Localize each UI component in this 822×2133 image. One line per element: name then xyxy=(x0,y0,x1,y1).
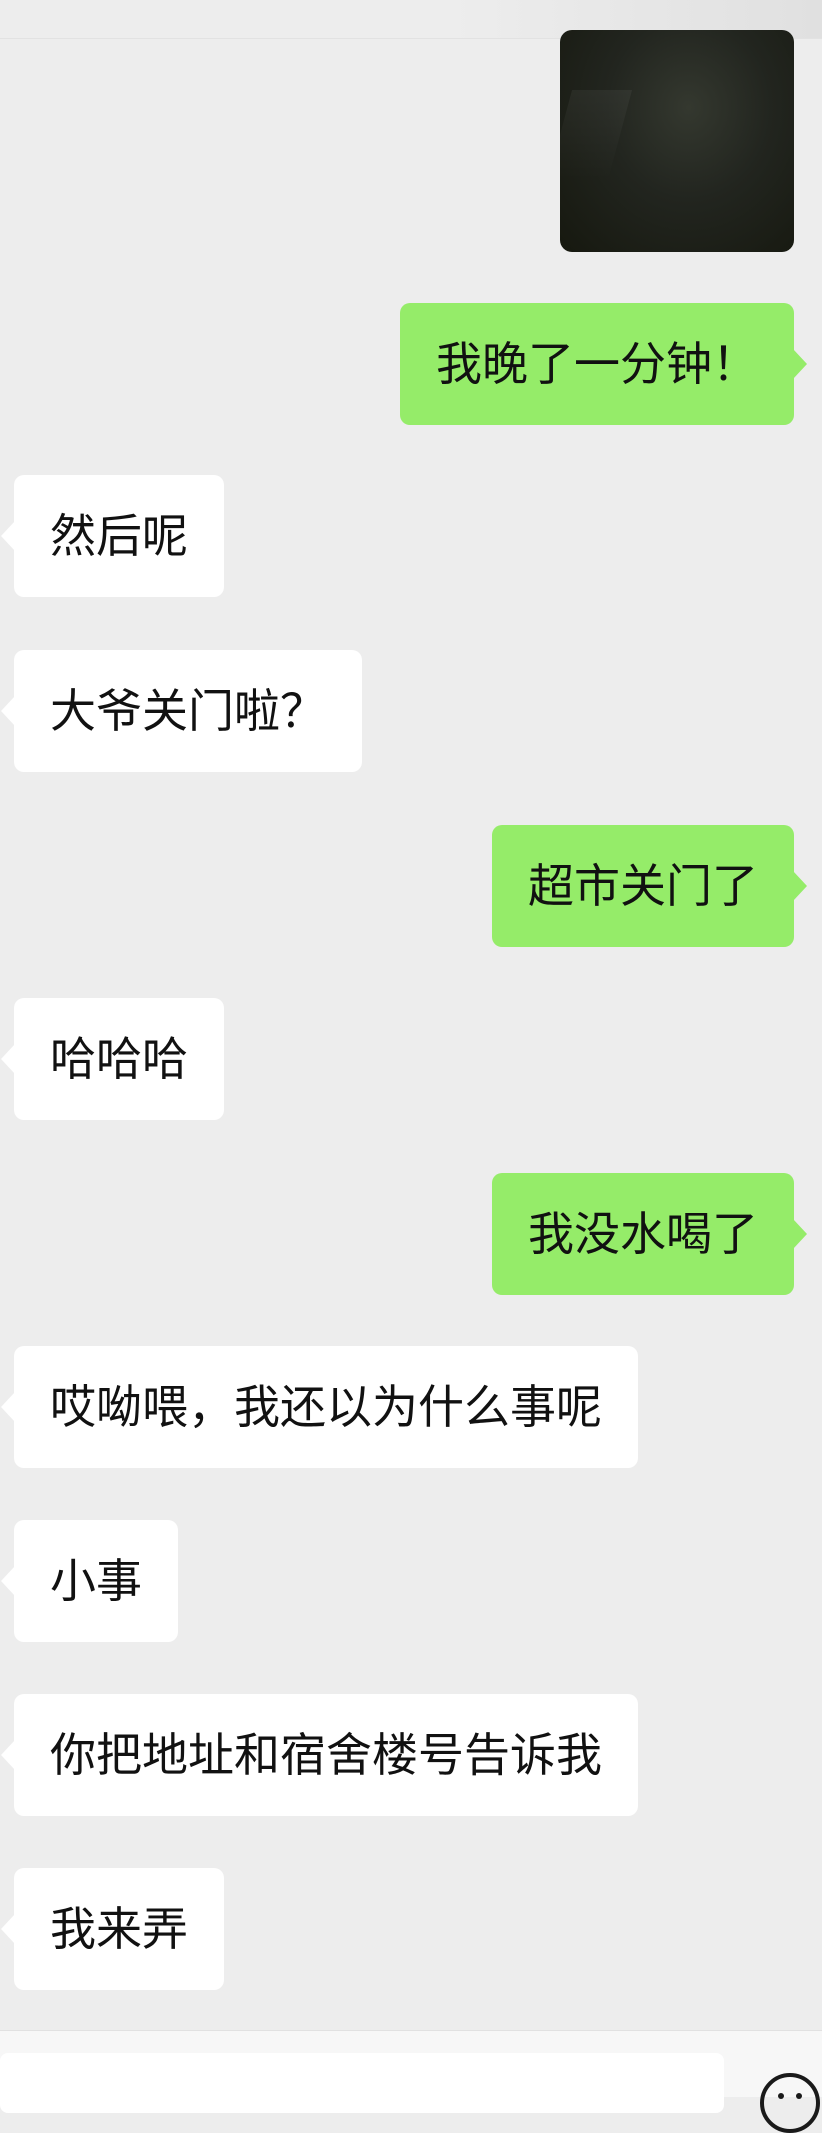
message-text: 哈哈哈 xyxy=(50,1032,188,1086)
smiley-eye xyxy=(778,2093,784,2099)
smiley-face-icon[interactable] xyxy=(760,2073,820,2133)
smiley-eye xyxy=(796,2093,802,2099)
message-text: 然后呢 xyxy=(50,509,188,563)
message-incoming[interactable]: 然后呢 xyxy=(1,475,224,597)
message-incoming[interactable]: 哎呦喂，我还以为什么事呢 xyxy=(1,1346,638,1468)
message-text: 超市关门了 xyxy=(528,859,758,913)
message-text: 你把地址和宿舍楼号告诉我 xyxy=(50,1728,602,1782)
message-text: 小事 xyxy=(50,1554,142,1608)
input-bar xyxy=(0,2030,822,2133)
message-input[interactable] xyxy=(0,2053,724,2113)
message-incoming[interactable]: 我来弄 xyxy=(1,1868,224,1990)
message-incoming[interactable]: 大爷关门啦？ xyxy=(1,650,362,772)
message-text: 大爷关门啦？ xyxy=(50,684,326,738)
message-incoming[interactable]: 哈哈哈 xyxy=(1,998,224,1120)
message-text: 我没水喝了 xyxy=(528,1207,758,1261)
message-text: 哎呦喂，我还以为什么事呢 xyxy=(50,1380,602,1434)
image-detail xyxy=(560,90,633,180)
image-message-thumbnail[interactable] xyxy=(560,30,794,252)
message-text: 我晚了一分钟！ xyxy=(436,337,758,391)
message-outgoing[interactable]: 我晚了一分钟！ xyxy=(400,303,807,425)
message-incoming[interactable]: 小事 xyxy=(1,1520,178,1642)
message-outgoing[interactable]: 超市关门了 xyxy=(492,825,807,947)
message-outgoing[interactable]: 我没水喝了 xyxy=(492,1173,807,1295)
message-text: 我来弄 xyxy=(50,1902,188,1956)
message-incoming[interactable]: 你把地址和宿舍楼号告诉我 xyxy=(1,1694,638,1816)
